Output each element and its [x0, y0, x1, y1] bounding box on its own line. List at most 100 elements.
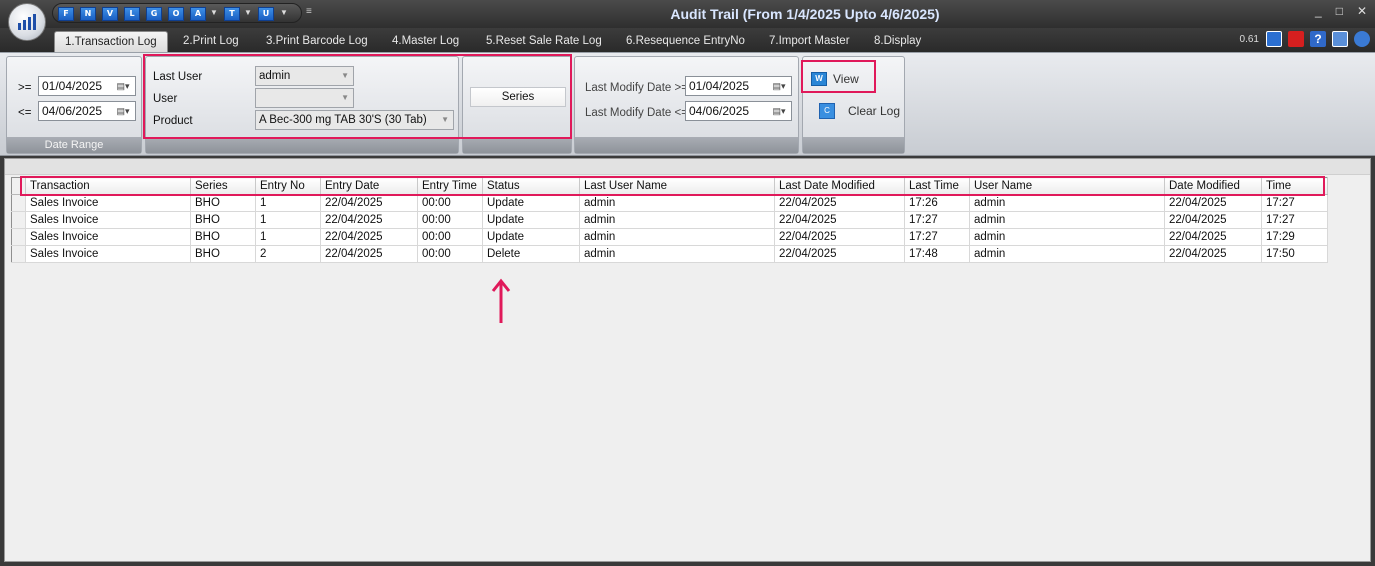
table-row[interactable]: Sales Invoice BHO 2 22/04/2025 00:00 Delete ad… — [11, 245, 1328, 263]
quick-access-button[interactable]: N — [80, 7, 96, 21]
chevron-down-icon[interactable]: ▼ — [244, 8, 252, 17]
table-cell[interactable]: 22/04/2025 — [1164, 228, 1262, 246]
tab-transaction-log[interactable]: 1.Transaction Log — [54, 31, 168, 52]
table-cell[interactable]: Sales Invoice — [25, 228, 191, 246]
table-cell[interactable]: 17:29 — [1261, 228, 1328, 246]
youtube-icon[interactable] — [1288, 31, 1304, 47]
modify-from-field[interactable]: 01/04/2025 ▤▾ — [685, 76, 792, 96]
tab-resequence-entryno[interactable]: 6.Resequence EntryNo — [616, 31, 755, 52]
table-cell[interactable]: Update — [482, 211, 580, 229]
tab-print-log[interactable]: 2.Print Log — [173, 31, 249, 52]
table-cell[interactable]: 00:00 — [417, 228, 483, 246]
table-cell[interactable]: 22/04/2025 — [774, 245, 905, 263]
table-cell[interactable]: 1 — [255, 211, 321, 229]
help-icon[interactable]: ? — [1310, 31, 1326, 47]
customize-toolbar-icon[interactable]: ≡ — [306, 6, 312, 17]
maximize-button[interactable]: □ — [1336, 4, 1343, 18]
last-user-select[interactable]: admin ▼ — [255, 66, 354, 86]
quick-access-button[interactable]: U — [258, 7, 274, 21]
table-cell[interactable]: 22/04/2025 — [774, 211, 905, 229]
table-cell[interactable]: 17:26 — [904, 194, 970, 212]
row-selector[interactable] — [11, 228, 26, 246]
series-button[interactable]: Series — [470, 87, 566, 107]
table-cell[interactable]: 17:27 — [904, 211, 970, 229]
quick-access-button[interactable]: G — [146, 7, 162, 21]
table-cell[interactable]: 22/04/2025 — [774, 194, 905, 212]
clear-log-button[interactable]: C Clear Log — [819, 102, 901, 120]
table-cell[interactable]: Update — [482, 228, 580, 246]
modify-to-field[interactable]: 04/06/2025 ▤▾ — [685, 101, 792, 121]
table-cell[interactable]: Update — [482, 194, 580, 212]
table-cell[interactable]: 22/04/2025 — [774, 228, 905, 246]
column-header[interactable]: Series — [190, 177, 256, 195]
table-cell[interactable]: BHO — [190, 245, 256, 263]
table-cell[interactable]: 22/04/2025 — [320, 194, 418, 212]
notes-icon[interactable] — [1332, 31, 1348, 47]
quick-access-button[interactable]: O — [168, 7, 184, 21]
table-cell[interactable]: 1 — [255, 228, 321, 246]
close-button[interactable]: ✕ — [1357, 4, 1367, 18]
table-cell[interactable]: admin — [969, 228, 1165, 246]
table-cell[interactable]: Delete — [482, 245, 580, 263]
table-cell[interactable]: 22/04/2025 — [1164, 194, 1262, 212]
user-select[interactable]: ▼ — [255, 88, 354, 108]
table-cell[interactable]: 22/04/2025 — [1164, 211, 1262, 229]
tab-display[interactable]: 8.Display — [864, 31, 931, 52]
table-cell[interactable]: admin — [579, 245, 775, 263]
quick-access-button[interactable]: L — [124, 7, 140, 21]
table-cell[interactable]: 17:48 — [904, 245, 970, 263]
table-cell[interactable]: admin — [969, 211, 1165, 229]
table-cell[interactable]: BHO — [190, 228, 256, 246]
tab-reset-sale-rate-log[interactable]: 5.Reset Sale Rate Log — [476, 31, 612, 52]
column-header[interactable]: Time — [1261, 177, 1328, 195]
table-cell[interactable]: BHO — [190, 211, 256, 229]
column-header[interactable]: User Name — [969, 177, 1165, 195]
table-cell[interactable]: Sales Invoice — [25, 194, 191, 212]
column-header[interactable]: Entry No — [255, 177, 321, 195]
view-button[interactable]: W View — [811, 71, 873, 89]
network-icon[interactable] — [1266, 31, 1282, 47]
minimize-button[interactable]: _ — [1315, 4, 1322, 18]
table-cell[interactable]: 22/04/2025 — [320, 245, 418, 263]
tab-import-master[interactable]: 7.Import Master — [759, 31, 860, 52]
app-logo-icon[interactable] — [8, 3, 46, 41]
column-header[interactable]: Entry Date — [320, 177, 418, 195]
table-row[interactable]: Sales Invoice BHO 1 22/04/2025 00:00 Update ad… — [11, 228, 1328, 246]
column-header[interactable]: Last Time — [904, 177, 970, 195]
table-cell[interactable]: 00:00 — [417, 211, 483, 229]
calendar-icon[interactable]: ▤▾ — [768, 78, 790, 94]
table-cell[interactable]: admin — [579, 228, 775, 246]
chevron-down-icon[interactable]: ▼ — [210, 8, 218, 17]
table-cell[interactable]: 1 — [255, 194, 321, 212]
table-cell[interactable]: 17:27 — [1261, 211, 1328, 229]
table-cell[interactable]: 22/04/2025 — [320, 228, 418, 246]
tab-master-log[interactable]: 4.Master Log — [382, 31, 469, 52]
column-header[interactable]: Last User Name — [579, 177, 775, 195]
table-cell[interactable]: 17:27 — [904, 228, 970, 246]
table-cell[interactable]: 2 — [255, 245, 321, 263]
table-cell[interactable]: 22/04/2025 — [1164, 245, 1262, 263]
column-header[interactable]: Last Date Modified — [774, 177, 905, 195]
table-cell[interactable]: 17:27 — [1261, 194, 1328, 212]
row-selector[interactable] — [11, 211, 26, 229]
table-cell[interactable]: admin — [579, 194, 775, 212]
table-cell[interactable]: admin — [579, 211, 775, 229]
to-date-field[interactable]: 04/06/2025 ▤▾ — [38, 101, 136, 121]
table-cell[interactable]: 22/04/2025 — [320, 211, 418, 229]
table-cell[interactable]: Sales Invoice — [25, 245, 191, 263]
product-select[interactable]: A Bec-300 mg TAB 30'S (30 Tab) ▼ — [255, 110, 454, 130]
row-selector[interactable] — [11, 245, 26, 263]
calendar-icon[interactable]: ▤▾ — [768, 103, 790, 119]
quick-access-button[interactable]: F — [58, 7, 74, 21]
table-row[interactable]: Sales Invoice BHO 1 22/04/2025 00:00 Update ad… — [11, 194, 1328, 212]
table-row[interactable]: Sales Invoice BHO 1 22/04/2025 00:00 Update ad… — [11, 211, 1328, 229]
quick-access-button[interactable]: V — [102, 7, 118, 21]
table-cell[interactable]: admin — [969, 245, 1165, 263]
table-cell[interactable]: BHO — [190, 194, 256, 212]
quick-access-button[interactable]: A — [190, 7, 206, 21]
calendar-icon[interactable]: ▤▾ — [112, 78, 134, 94]
from-date-field[interactable]: 01/04/2025 ▤▾ — [38, 76, 136, 96]
info-icon[interactable] — [1354, 31, 1370, 47]
table-cell[interactable]: admin — [969, 194, 1165, 212]
table-cell[interactable]: 00:00 — [417, 245, 483, 263]
